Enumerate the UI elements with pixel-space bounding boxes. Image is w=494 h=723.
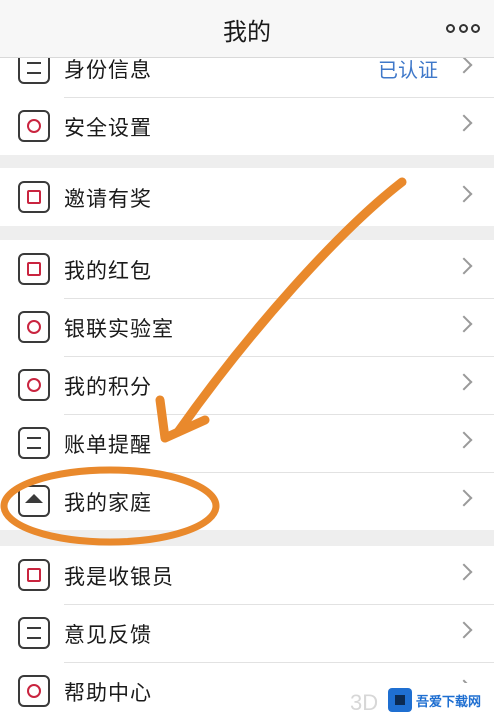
watermark-badge: 吾爱下载网 [384, 683, 488, 717]
app-root: 我的 身份信息 已认证 安全设置 邀请有奖 我的红包 银联实验室 我的积分 账单… [0, 0, 494, 723]
row-label: 我的积分 [64, 375, 152, 399]
row-cashier[interactable]: 我是收银员 [0, 546, 494, 604]
row-family[interactable]: 我的家庭 [0, 472, 494, 530]
bill-icon [18, 427, 50, 459]
watermark-brand: 吾爱下载网 [416, 694, 482, 710]
red-packet-icon [18, 253, 50, 285]
row-security[interactable]: 安全设置 [0, 97, 494, 155]
more-dot [471, 23, 480, 33]
shield-icon [18, 110, 50, 142]
row-points[interactable]: 我的积分 [0, 356, 494, 414]
more-dot [446, 23, 455, 33]
identity-status: 已认证 [378, 58, 438, 82]
chevron-right-icon [455, 114, 473, 132]
feedback-icon [18, 617, 50, 649]
row-label: 我是收银员 [64, 565, 174, 589]
row-label: 身份信息 [64, 58, 152, 82]
lightbulb-icon [18, 311, 50, 343]
cashier-icon [18, 559, 50, 591]
chevron-right-icon [455, 315, 473, 333]
row-bill[interactable]: 账单提醒 [0, 414, 494, 472]
watermark-corner-text: 3D [350, 690, 379, 715]
watermark-logo-icon [388, 688, 412, 712]
chevron-right-icon [455, 431, 473, 449]
row-feedback[interactable]: 意见反馈 [0, 604, 494, 662]
page-title: 我的 [223, 18, 271, 46]
row-label: 安全设置 [64, 116, 152, 140]
chevron-right-icon [455, 56, 473, 74]
row-label: 账单提醒 [64, 433, 152, 457]
points-icon [18, 369, 50, 401]
chevron-right-icon [455, 621, 473, 639]
home-icon [18, 485, 50, 517]
help-icon [18, 675, 50, 707]
row-red-packet[interactable]: 我的红包 [0, 240, 494, 298]
top-bar: 我的 [0, 0, 494, 58]
row-label: 我的家庭 [64, 491, 152, 515]
group-invite: 邀请有奖 [0, 168, 494, 226]
settings-list: 身份信息 已认证 安全设置 邀请有奖 我的红包 银联实验室 我的积分 账单提醒 … [0, 0, 494, 723]
chevron-right-icon [455, 373, 473, 391]
gift-envelope-icon [18, 181, 50, 213]
row-label: 我的红包 [64, 259, 152, 283]
chevron-right-icon [455, 185, 473, 203]
chevron-right-icon [455, 563, 473, 581]
row-invite[interactable]: 邀请有奖 [0, 168, 494, 226]
more-dots-icon[interactable] [446, 20, 480, 36]
row-label: 帮助中心 [64, 681, 152, 705]
row-label: 邀请有奖 [64, 187, 152, 211]
row-label: 银联实验室 [64, 317, 174, 341]
row-lab[interactable]: 银联实验室 [0, 298, 494, 356]
row-label: 意见反馈 [64, 623, 152, 647]
more-dot [458, 23, 468, 33]
group-features: 我的红包 银联实验室 我的积分 账单提醒 我的家庭 [0, 240, 494, 530]
chevron-right-icon [455, 489, 473, 507]
chevron-right-icon [455, 257, 473, 275]
